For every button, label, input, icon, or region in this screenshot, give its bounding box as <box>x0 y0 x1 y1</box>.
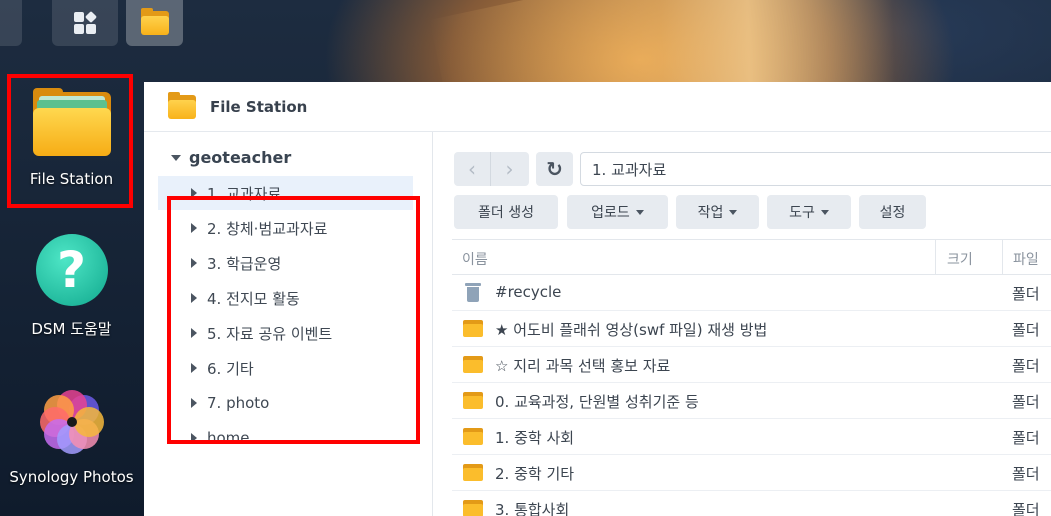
action-label: 작업 <box>697 205 724 221</box>
desktop-icon-dsm-help[interactable]: ? DSM 도움말 <box>0 234 143 339</box>
help-question-icon: ? <box>35 234 108 306</box>
column-header-name[interactable]: 이름 <box>462 249 488 269</box>
forward-button[interactable]: › <box>491 152 528 186</box>
back-button[interactable]: ‹ <box>454 152 491 186</box>
tools-button[interactable]: 도구 <box>767 195 851 229</box>
folder-icon <box>463 320 483 337</box>
table-row[interactable]: 3. 통합사회 폴더 <box>452 491 1051 516</box>
refresh-icon: ↻ <box>546 157 563 181</box>
file-name: 1. 중학 사회 <box>495 429 575 447</box>
tree-root-label: geoteacher <box>189 148 292 167</box>
settings-button[interactable]: 설정 <box>859 195 926 229</box>
table-row[interactable]: #recycle 폴더 <box>452 275 1051 311</box>
folder-icon <box>463 392 483 409</box>
taskbar <box>0 0 1051 48</box>
action-button[interactable]: 작업 <box>676 195 759 229</box>
file-name: 2. 중학 기타 <box>495 465 575 483</box>
file-type: 폴더 <box>1012 393 1040 411</box>
file-type: 폴더 <box>1012 501 1040 516</box>
dropdown-arrow-icon <box>729 209 738 215</box>
settings-label: 설정 <box>879 205 906 221</box>
file-name: ★ 어도비 플래쉬 영상(swf 파일) 재생 방법 <box>495 321 768 339</box>
folder-icon <box>140 8 169 35</box>
file-station-window: File Station geoteacher 1. 교과자료 2. 창체·범교… <box>144 82 1051 516</box>
column-header-size[interactable]: 크기 <box>935 240 1002 274</box>
file-name: ☆ 지리 과목 선택 홍보 자료 <box>495 357 671 375</box>
folder-icon <box>463 428 483 445</box>
synology-photos-flower-icon <box>36 386 108 458</box>
file-list-pane: ‹ › ↻ 폴더 생성 업로드 작업 도구 설정 <box>434 132 1051 516</box>
tools-label: 도구 <box>789 205 815 221</box>
file-type: 폴더 <box>1012 285 1040 303</box>
desktop-icon-label: DSM 도움말 <box>31 320 112 338</box>
folder-icon <box>463 500 483 516</box>
file-name: #recycle <box>495 283 562 301</box>
column-header-type[interactable]: 파일 <box>1002 240 1051 274</box>
main-menu-button[interactable] <box>52 0 118 46</box>
taskbar-edge-button[interactable] <box>0 0 22 46</box>
folder-icon <box>168 91 196 119</box>
desktop-icon-label: Synology Photos <box>9 468 134 486</box>
table-row[interactable]: 0. 교육과정, 단원별 성취기준 등 폴더 <box>452 383 1051 419</box>
dropdown-arrow-icon <box>635 209 644 215</box>
create-folder-label: 폴더 생성 <box>478 205 534 221</box>
flower-petal <box>73 407 104 437</box>
list-header: 이름 크기 파일 <box>452 239 1051 275</box>
file-type: 폴더 <box>1012 357 1040 375</box>
file-name: 3. 통합사회 <box>495 501 570 516</box>
taskbar-file-station-button[interactable] <box>126 0 183 46</box>
folder-tree: geoteacher 1. 교과자료 2. 창체·범교과자료 3. 학급운영 4… <box>144 132 433 516</box>
table-row[interactable]: 1. 중학 사회 폴더 <box>452 419 1051 455</box>
folder-icon <box>463 356 483 373</box>
path-field[interactable] <box>580 152 1051 186</box>
file-type: 폴더 <box>1012 429 1040 447</box>
refresh-button[interactable]: ↻ <box>536 152 573 186</box>
tree-root-geoteacher[interactable]: geoteacher <box>171 148 291 167</box>
desktop-icon-synology-photos[interactable]: Synology Photos <box>0 386 143 486</box>
window-title: File Station <box>210 97 308 116</box>
history-nav: ‹ › <box>454 152 529 186</box>
file-type: 폴더 <box>1012 465 1040 483</box>
main-menu-icon <box>74 10 98 34</box>
create-folder-button[interactable]: 폴더 생성 <box>454 195 558 229</box>
caret-down-icon <box>171 154 181 161</box>
table-row[interactable]: ☆ 지리 과목 선택 홍보 자료 폴더 <box>452 347 1051 383</box>
highlight-box-tree <box>167 196 420 444</box>
highlight-box-file-station <box>7 74 133 208</box>
upload-button[interactable]: 업로드 <box>567 195 668 229</box>
folder-icon <box>463 464 483 481</box>
dropdown-arrow-icon <box>820 209 829 215</box>
table-row[interactable]: 2. 중학 기타 폴더 <box>452 455 1051 491</box>
trash-icon <box>465 283 481 302</box>
file-type: 폴더 <box>1012 321 1040 339</box>
file-name: 0. 교육과정, 단원별 성취기준 등 <box>495 393 699 411</box>
table-row[interactable]: ★ 어도비 플래쉬 영상(swf 파일) 재생 방법 폴더 <box>452 311 1051 347</box>
upload-label: 업로드 <box>591 205 630 221</box>
window-header[interactable]: File Station <box>144 82 1051 132</box>
